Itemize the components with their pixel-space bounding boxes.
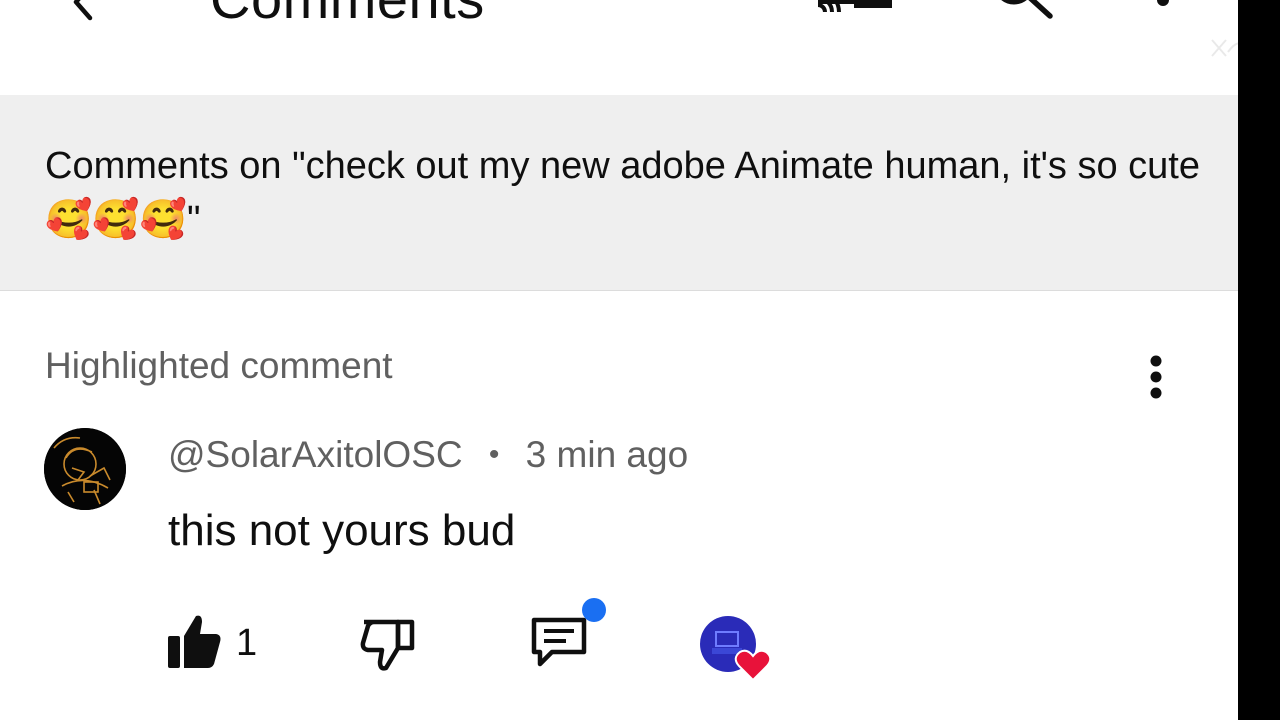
comment-more-icon[interactable]	[1142, 354, 1170, 400]
reply-icon	[531, 617, 587, 667]
notification-dot	[582, 598, 606, 622]
like-button[interactable]: 1	[166, 612, 266, 676]
video-title-text: Comments on "check out my new adobe Anim…	[45, 145, 1200, 241]
creator-heart-icon	[700, 616, 772, 680]
comment-text: this not yours bud	[168, 506, 516, 555]
like-count: 1	[236, 622, 258, 664]
back-icon[interactable]	[62, 0, 102, 22]
more-vert-icon[interactable]	[1150, 0, 1176, 20]
meta-separator: •	[488, 438, 500, 471]
comment-author[interactable]: @SolarAxitolOSC	[168, 434, 463, 475]
thumbs-down-icon[interactable]	[358, 614, 418, 674]
reply-button[interactable]	[526, 594, 612, 674]
comment-time: 3 min ago	[525, 434, 689, 475]
avatar-image	[44, 428, 126, 510]
thumbs-up-icon	[168, 615, 221, 668]
video-header[interactable]: Comments on "check out my new adobe Anim…	[0, 95, 1238, 291]
avatar[interactable]	[44, 428, 126, 510]
comments-screen: Comments Comments on "check out my new a…	[0, 0, 1238, 720]
cast-icon[interactable]	[814, 0, 894, 20]
search-icon[interactable]	[984, 0, 1056, 24]
highlighted-comment-label: Highlighted comment	[45, 345, 393, 386]
top-app-bar: Comments	[0, 0, 1238, 95]
comment-meta: @SolarAxitolOSC • 3 min ago	[168, 434, 688, 476]
page-title: Comments	[210, 0, 485, 31]
side-black-bar	[1238, 0, 1280, 720]
watermark-icon	[1211, 39, 1238, 57]
